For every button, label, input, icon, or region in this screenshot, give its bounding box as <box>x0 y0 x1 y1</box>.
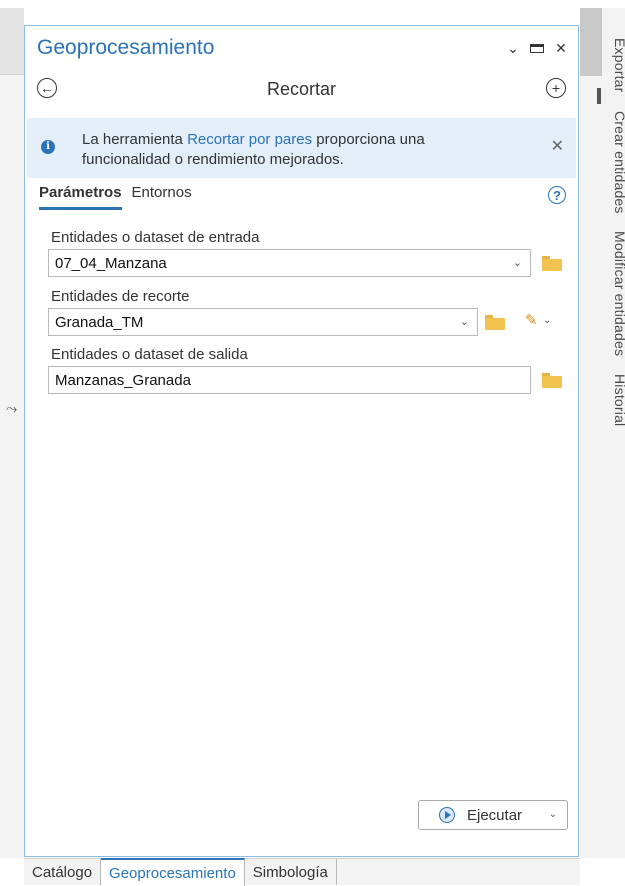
clip-features-combo[interactable]: Granada_TM ⌄ <box>48 308 478 336</box>
info-icon: i <box>41 140 55 154</box>
bottom-pane-tabs: Catálogo Geoprocesamiento Simbología <box>24 858 580 886</box>
map-area[interactable] <box>0 8 24 858</box>
chevron-down-icon[interactable]: ⌄ <box>549 809 557 820</box>
info-text: La herramienta Recortar por pares propor… <box>82 131 425 168</box>
tab-entornos[interactable]: Entornos <box>132 184 192 210</box>
window-controls: ⌄ ✕ <box>506 40 568 57</box>
folder-icon[interactable] <box>542 373 562 388</box>
chevron-down-icon[interactable]: ⌄ <box>543 315 551 326</box>
maximize-icon[interactable] <box>530 40 544 57</box>
output-features-field[interactable]: Manzanas_Granada <box>48 366 531 394</box>
close-icon[interactable]: ✕ <box>554 40 568 57</box>
side-tabs: Exportar Crear entidades Modificar entid… <box>596 38 625 427</box>
tab-parametros[interactable]: Parámetros <box>39 184 122 210</box>
pane-titlebar: Geoprocesamiento ⌄ ✕ <box>37 36 568 64</box>
tool-title: Recortar <box>266 79 337 99</box>
output-features-value: Manzanas_Granada <box>55 372 191 389</box>
tool-nav-row: ← Recortar + <box>37 74 566 104</box>
chevron-down-icon[interactable]: ⌄ <box>513 256 522 269</box>
ribbon-edge <box>0 8 24 75</box>
tab-simbologia[interactable]: Simbología <box>245 859 337 885</box>
side-tab-modificar-entidades[interactable]: Modificar entidades <box>596 231 625 356</box>
tab-catalogo[interactable]: Catálogo <box>24 859 102 885</box>
input-features-value: 07_04_Manzana <box>55 255 167 272</box>
pairwise-clip-link[interactable]: Recortar por pares <box>187 131 312 148</box>
top-edge <box>0 0 625 8</box>
clip-features-value: Granada_TM <box>55 314 144 331</box>
input-features-combo[interactable]: 07_04_Manzana ⌄ <box>48 249 531 277</box>
clip-features-label: Entidades de recorte <box>51 288 190 305</box>
run-button-label: Ejecutar <box>467 807 523 824</box>
play-icon <box>439 807 455 823</box>
pane-title: Geoprocesamiento <box>37 36 215 59</box>
side-tab-exportar[interactable]: Exportar <box>596 38 625 93</box>
run-button[interactable]: Ejecutar ⌄ <box>418 800 568 830</box>
close-icon[interactable]: ✕ <box>551 136 564 156</box>
chevron-down-icon[interactable]: ⌄ <box>460 315 469 328</box>
tab-geoprocesamiento[interactable]: Geoprocesamiento <box>101 858 245 886</box>
folder-icon[interactable] <box>542 256 562 271</box>
folder-icon[interactable] <box>485 315 505 330</box>
pencil-icon[interactable]: ✎ <box>525 311 538 329</box>
geoprocessing-pane: Geoprocesamiento ⌄ ✕ ← Recortar + i La h… <box>24 25 579 857</box>
side-tab-crear-entidades[interactable]: Crear entidades <box>596 111 625 214</box>
info-banner: i La herramienta Recortar por pares prop… <box>27 118 576 178</box>
chevron-down-icon[interactable]: ⌄ <box>506 40 520 57</box>
output-features-label: Entidades o dataset de salida <box>51 346 248 363</box>
help-icon[interactable]: ? <box>548 186 566 204</box>
map-feature-icon: ⤳ <box>6 400 18 416</box>
side-tab-historial[interactable]: Historial <box>596 374 625 426</box>
add-icon[interactable]: + <box>546 78 566 98</box>
input-features-label: Entidades o dataset de entrada <box>51 229 260 246</box>
tool-tabs: Parámetros Entornos <box>39 184 192 210</box>
